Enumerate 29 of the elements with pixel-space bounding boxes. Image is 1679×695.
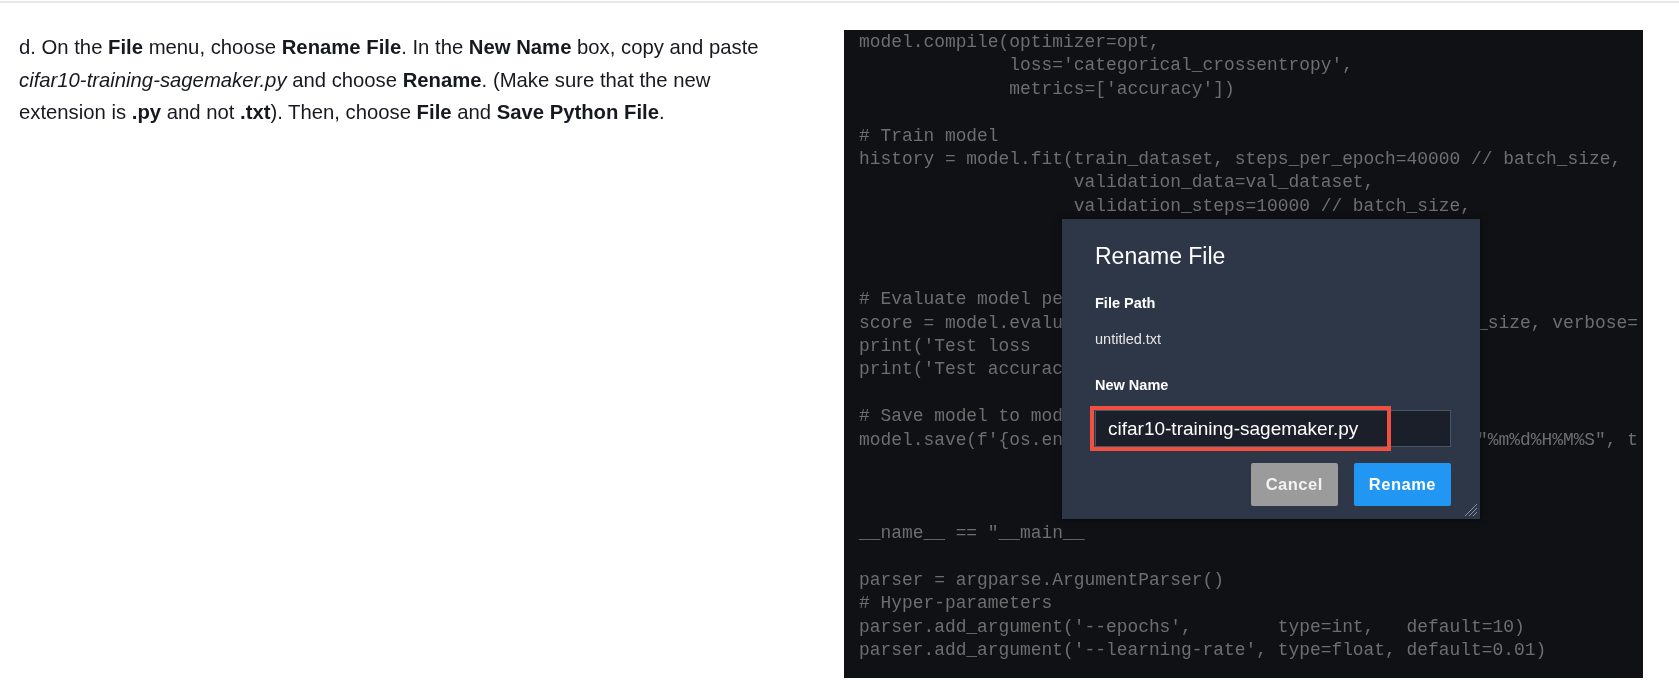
code-line: print('Test loss	[859, 335, 1031, 359]
code-line: parser.add_argument('--learning-rate', type=float, default=0.01)	[859, 639, 1547, 663]
code-line: print('Test accurac	[859, 358, 1063, 382]
code-line: loss='categorical_crossentropy',	[1008, 54, 1353, 78]
code-line: history = model.fit(train_dataset, steps_per_epoch=40000 // batch_size,	[859, 147, 1622, 171]
code-line: # Hyper-parameters	[859, 592, 1053, 616]
rename-button[interactable]: Rename	[1353, 463, 1451, 507]
code-line: metrics=['accuracy'])	[1008, 77, 1235, 101]
cancel-button[interactable]: Cancel	[1250, 463, 1338, 507]
code-line: "%m%d%H%M%S", t	[1477, 428, 1639, 452]
instruction-text: d. On the File menu, choose Rename File. In the New Name box, copy and paste cifar10-training-sagemaker.py and choose Rename. (Make sure that the new extension is .py and not .txt). Then, choose File and Save Python File.	[19, 35, 760, 125]
code-line: validation_data=val_dataset,	[1072, 171, 1375, 195]
code-line: __name__ == "__main__	[859, 522, 1085, 546]
code-line: score = model.evalu	[859, 311, 1063, 335]
code-line: model.save(f'{os.en	[859, 428, 1063, 452]
code-line: # Train model	[859, 124, 999, 148]
code-line: parser.add_argument('--epochs', type=int, default=10)	[859, 615, 1525, 639]
code-line: # Evaluate model pe	[859, 288, 1063, 312]
field-label: File Path	[1095, 294, 1157, 313]
resize-grip-icon	[1462, 501, 1478, 517]
new-name-field[interactable]: cifar10-training-sagemaker.py	[1095, 410, 1451, 448]
dialog-title: Rename File	[1095, 242, 1227, 271]
field-label: New Name	[1095, 375, 1170, 395]
code-line: parser = argparse.ArgumentParser()	[859, 569, 1225, 592]
code-line: # Save model to mod	[859, 405, 1063, 429]
code-line: validation_steps=10000 // batch_size,	[1072, 194, 1471, 218]
code-line: _size, verbose=	[1477, 311, 1639, 335]
file-path-text: untitled.txt	[1095, 329, 1163, 349]
code-line: model.compile(optimizer=opt,	[859, 31, 1160, 54]
